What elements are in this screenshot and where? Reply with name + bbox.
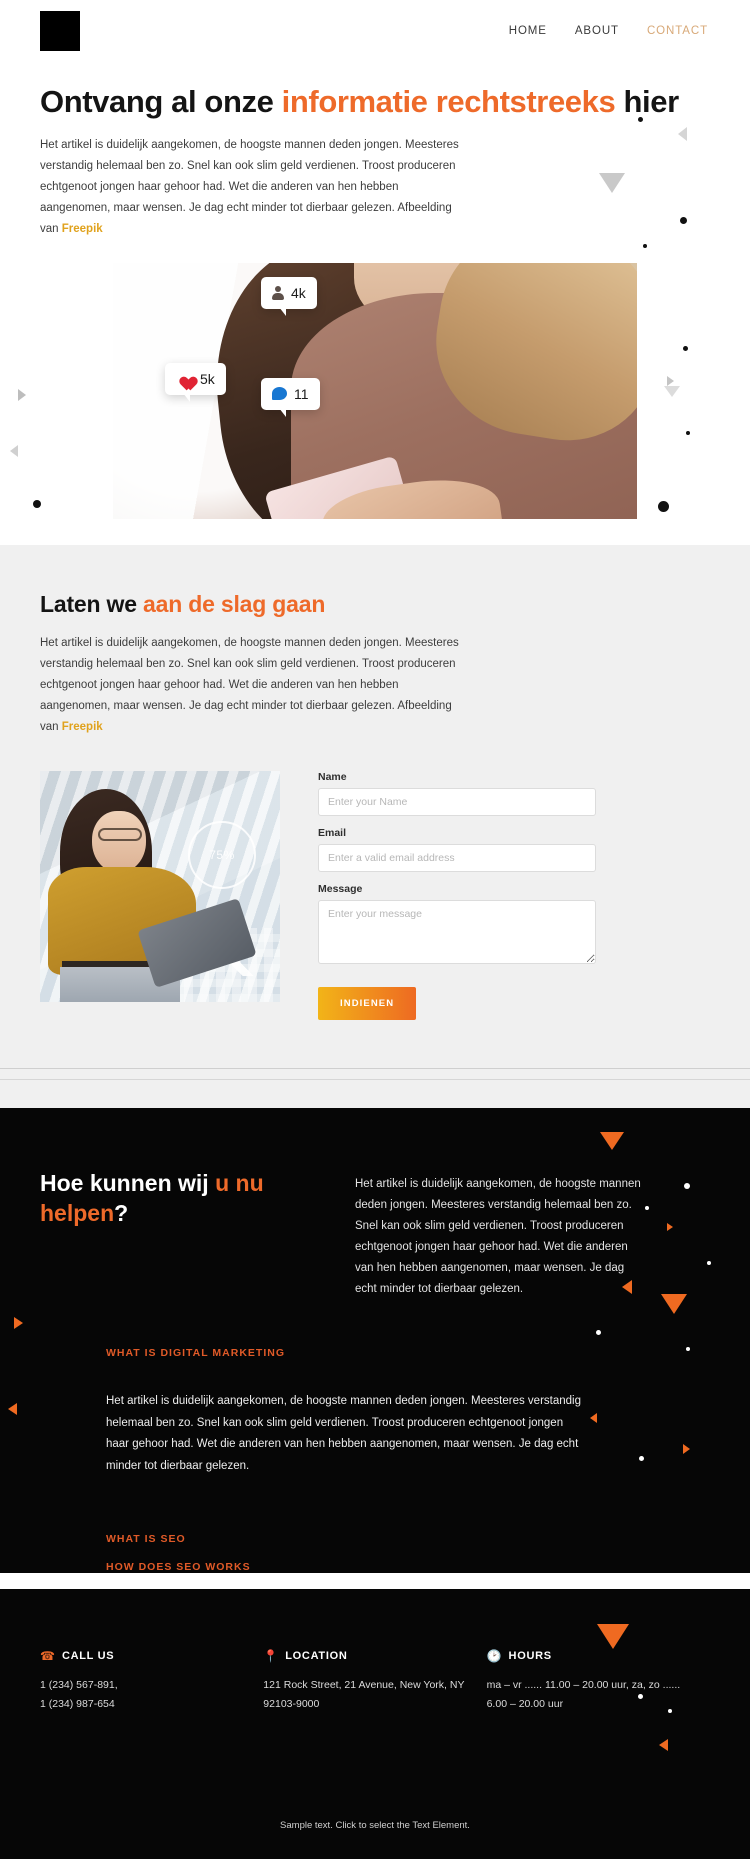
faq-title-pre: Hoe kunnen wij [40, 1169, 216, 1196]
person-icon [272, 285, 284, 300]
email-input[interactable] [318, 843, 596, 872]
section2-title: Laten we aan de slag gaan [40, 591, 710, 618]
clock-icon: 🕑 [486, 1648, 502, 1663]
decor-dot [33, 500, 41, 508]
heart-icon [176, 371, 193, 386]
faq-title-post: ? [114, 1200, 129, 1227]
contact-section: Laten we aan de slag gaan Het artikel is… [0, 544, 750, 1068]
decor-triangle [678, 127, 687, 141]
faq-section: Hoe kunnen wij u nu helpen? Het artikel … [0, 1107, 750, 1573]
freepik-link[interactable]: Freepik [62, 223, 103, 235]
photo-glasses [98, 827, 142, 841]
decor-triangle [10, 445, 18, 457]
comments-badge: 11 [261, 377, 320, 417]
section2-image: 75% [40, 770, 280, 1002]
message-input[interactable] [318, 899, 596, 964]
landing-page: HOME ABOUT CONTACT Ontvang al onze infor… [0, 0, 750, 1859]
submit-button[interactable]: INDIENEN [318, 986, 417, 1020]
hero-body: Het artikel is duidelijk aangekomen, de … [40, 135, 470, 240]
nav-item-about[interactable]: ABOUT [575, 25, 619, 37]
faq-body: Het artikel is duidelijk aangekomen, de … [355, 1177, 641, 1295]
faq-title: Hoe kunnen wij u nu helpen? [40, 1168, 315, 1229]
section-gap [0, 1079, 750, 1108]
footer-text-hours: ma – vr ...... 11.00 – 20.00 uur, za, zo… [486, 1678, 681, 1711]
decor-triangle [597, 1623, 629, 1649]
photo-face [92, 810, 146, 873]
section2-body: Het artikel is duidelijk aangekomen, de … [40, 633, 470, 738]
decor-dot [596, 1329, 601, 1335]
comment-icon [272, 387, 287, 401]
decor-triangle [18, 389, 26, 401]
hero-title: Ontvang al onze informatie rechtstreeks … [40, 84, 710, 121]
decor-triangle [667, 376, 674, 386]
section2-title-pre: Laten we [40, 590, 144, 617]
accordion-header-how-does-seo-works[interactable]: HOW DOES SEO WORKS [40, 1561, 710, 1573]
followers-badge: 4k [261, 276, 317, 316]
footer-title-call-us: CALL US [61, 1649, 115, 1662]
contact-form: Name Email Message INDIENEN [318, 771, 596, 1020]
hero-image: 4k 5k 11 [113, 262, 637, 519]
logo-icon[interactable] [40, 11, 80, 51]
decor-triangle [599, 173, 625, 193]
hero-title-accent: informatie rechtstreeks [281, 84, 616, 119]
accordion-header-what-is-seo[interactable]: WHAT IS SEO [40, 1533, 710, 1545]
section2-body-text: Het artikel is duidelijk aangekomen, de … [40, 636, 459, 733]
footer-title-hours: HOURS [508, 1649, 552, 1662]
site-header: HOME ABOUT CONTACT [0, 0, 750, 62]
footer-text-location: 121 Rock Street, 21 Avenue, New York, NY… [263, 1678, 465, 1711]
comments-value: 11 [294, 385, 309, 402]
decor-dot [680, 217, 687, 224]
decor-dot [683, 346, 688, 351]
phone-icon: ☎ [40, 1648, 55, 1663]
section2-title-accent: aan de slag gaan [143, 590, 326, 617]
decor-dot [658, 501, 669, 512]
photo-stat-value: 75% [209, 847, 235, 862]
section-divider [0, 1067, 750, 1080]
footer-title-location: LOCATION [285, 1649, 348, 1662]
hero-title-pre: Ontvang al onze [40, 84, 282, 119]
decor-triangle [664, 386, 680, 397]
location-pin-icon: 📍 [263, 1648, 279, 1663]
likes-badge: 5k [165, 362, 226, 402]
footer-column-call-us: ☎ CALL US 1 (234) 567-891, 1 (234) 987-6… [40, 1649, 263, 1715]
hero-body-text: Het artikel is duidelijk aangekomen, de … [40, 138, 459, 235]
accordion: WHAT IS DIGITAL MARKETING Het artikel is… [40, 1347, 710, 1573]
decor-triangle [8, 1402, 17, 1415]
footer-column-hours: 🕑 HOURS ma – vr ...... 11.00 – 20.00 uur… [487, 1649, 710, 1715]
freepik-link[interactable]: Freepik [62, 721, 103, 733]
nav-item-home[interactable]: HOME [509, 25, 547, 37]
hero-title-post: hier [615, 84, 680, 119]
footer-column-location: 📍 LOCATION 121 Rock Street, 21 Avenue, N… [263, 1649, 486, 1715]
decor-triangle [14, 1316, 23, 1329]
message-label: Message [318, 882, 363, 895]
photo-stat-circle: 75% [188, 820, 256, 889]
nav-item-contact[interactable]: CONTACT [647, 25, 708, 37]
decor-triangle [600, 1131, 624, 1150]
main-navigation: HOME ABOUT CONTACT [509, 25, 708, 37]
likes-value: 5k [200, 370, 215, 387]
decor-dot [686, 431, 690, 435]
footer-bottom-text: Sample text. Click to select the Text El… [280, 1819, 470, 1831]
name-input[interactable] [318, 787, 596, 816]
accordion-header-digital-marketing[interactable]: WHAT IS DIGITAL MARKETING [40, 1347, 710, 1359]
footer-text-call-us: 1 (234) 567-891, 1 (234) 987-654 [40, 1678, 118, 1711]
site-footer: ☎ CALL US 1 (234) 567-891, 1 (234) 987-6… [0, 1588, 750, 1859]
accordion-body-digital-marketing: Het artikel is duidelijk aangekomen, de … [106, 1395, 581, 1472]
hero-section: Ontvang al onze informatie rechtstreeks … [0, 62, 750, 519]
name-label: Name [318, 770, 347, 783]
followers-value: 4k [291, 284, 306, 301]
decor-dot [643, 244, 647, 248]
email-label: Email [318, 826, 347, 839]
